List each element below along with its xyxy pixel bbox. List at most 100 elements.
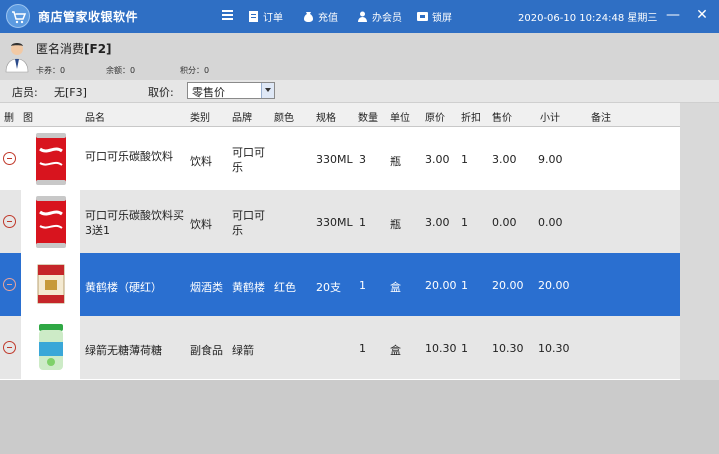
right-pane [680,103,719,380]
price-label: 取价: [148,86,174,99]
row-discount: 1 [461,216,468,229]
col-orig-price: 原价 [425,113,445,124]
row-brand: 黄鹤楼 [232,281,265,294]
row-price: 3.00 [492,153,517,166]
row-category: 饮料 [190,155,212,168]
row-orig-price: 3.00 [425,216,450,229]
minimize-icon[interactable]: — [664,6,682,24]
row-orig-price: 10.30 [425,342,457,355]
menu-icon [222,9,233,20]
col-delete: 删 [4,113,14,124]
col-image: 图 [23,113,33,124]
row-price: 10.30 [492,342,524,355]
row-brand: 可口可乐 [232,146,265,174]
row-price: 20.00 [492,279,524,292]
remove-icon[interactable] [3,215,16,228]
order-icon [248,11,259,22]
shopping-cart-icon [6,4,30,28]
nav-label-member: 办会员 [372,13,402,24]
product-image [21,190,80,253]
chevron-down-icon[interactable] [261,83,274,98]
row-orig-price: 20.00 [425,279,457,292]
col-qty: 数量 [358,113,378,124]
menu-button[interactable] [222,9,237,20]
nav-label-order: 订单 [263,13,283,24]
member-name[interactable]: 匿名消费[F2] [36,40,112,57]
row-brand: 可口可乐 [232,209,265,237]
col-name: 品名 [85,113,105,124]
col-discount: 折扣 [461,113,481,124]
price-select[interactable]: 零售价 [187,82,275,99]
col-price: 售价 [492,113,512,124]
table-row[interactable]: 可口可乐碳酸饮料 饮料 可口可乐 330ML 3 瓶 3.00 1 3.00 9… [0,127,680,190]
remove-icon[interactable] [3,278,16,291]
row-orig-price: 3.00 [425,153,450,166]
member-icon [357,11,368,22]
row-category: 饮料 [190,218,212,231]
card-stat: 卡券：0 [36,66,66,75]
row-category: 烟酒类 [190,281,223,294]
row-price: 0.00 [492,216,517,229]
staff-value[interactable]: 无[F3] [54,84,87,100]
col-brand: 品牌 [232,113,252,124]
cart-table: 删 图 品名 类别 品牌 颜色 规格 数量 单位 原价 折扣 售价 小计 备注 … [0,103,680,380]
row-discount: 1 [461,342,468,355]
close-icon[interactable]: ✕ [693,6,711,24]
col-category: 类别 [190,113,210,124]
lock-button[interactable]: 锁屏 [417,9,452,24]
row-unit: 瓶 [390,218,401,231]
row-discount: 1 [461,279,468,292]
col-spec: 规格 [316,113,336,124]
nav-label-lock: 锁屏 [432,13,452,24]
table-header: 删 图 品名 类别 品牌 颜色 规格 数量 单位 原价 折扣 售价 小计 备注 [0,103,680,127]
row-subtotal: 0.00 [538,216,563,229]
row-name: 黄鹤楼（硬红） [85,281,162,294]
nav-label-recharge: 充值 [318,13,338,24]
col-subtotal: 小计 [540,113,560,124]
col-color: 颜色 [274,113,294,124]
row-unit: 瓶 [390,155,401,168]
app-title: 商店管家收银软件 [38,10,139,24]
price-select-value: 零售价 [192,86,225,99]
remove-icon[interactable] [3,341,16,354]
order-button[interactable]: 订单 [248,9,283,24]
remove-icon[interactable] [3,152,16,165]
staff-label: 店员: [12,86,38,99]
row-spec: 20支 [316,281,341,294]
staff-row: 店员: 无[F3] 取价: 零售价 [0,80,719,102]
row-spec: 330ML [316,216,353,229]
member-button[interactable]: 办会员 [357,9,402,24]
row-spec: 330ML [316,153,353,166]
row-qty[interactable]: 1 [359,279,366,292]
product-image [21,253,80,316]
row-qty[interactable]: 1 [359,342,366,355]
datetime: 2020-06-10 10:24:48 星期三 [518,13,658,24]
title-bar: 商店管家收银软件 订单 充值 办会员 锁屏 2020-06-10 10:24:4… [0,0,719,33]
col-note: 备注 [591,113,611,124]
recharge-button[interactable]: 充值 [303,9,338,24]
row-name: 可口可乐碳酸饮料买3送1 [85,209,184,237]
balance-stat: 余额：0 [106,66,136,75]
product-image [21,316,80,379]
recharge-icon [303,11,314,22]
row-category: 副食品 [190,344,223,357]
table-row[interactable]: 绿箭无糖薄荷糖 副食品 绿箭 1 盒 10.30 1 10.30 10.30 [0,316,680,379]
table-row[interactable]: 黄鹤楼（硬红） 烟酒类 黄鹤楼 红色 20支 1 盒 20.00 1 20.00… [0,253,680,316]
row-subtotal: 20.00 [538,279,570,292]
avatar [5,41,29,73]
points-stat: 积分：0 [180,66,210,75]
row-unit: 盒 [390,344,401,357]
table-row[interactable]: 可口可乐碳酸饮料买3送1 饮料 可口可乐 330ML 1 瓶 3.00 1 0.… [0,190,680,253]
row-name: 绿箭无糖薄荷糖 [85,344,162,357]
row-subtotal: 9.00 [538,153,563,166]
product-image [21,127,80,190]
row-qty[interactable]: 1 [359,216,366,229]
row-qty[interactable]: 3 [359,153,366,166]
row-color: 红色 [274,281,296,294]
member-panel: 匿名消费[F2] 卡券：0 余额：0 积分：0 [0,33,719,80]
row-brand: 绿箭 [232,344,254,357]
row-name: 可口可乐碳酸饮料 [85,150,173,163]
row-discount: 1 [461,153,468,166]
row-unit: 盒 [390,281,401,294]
lock-icon [417,11,428,22]
